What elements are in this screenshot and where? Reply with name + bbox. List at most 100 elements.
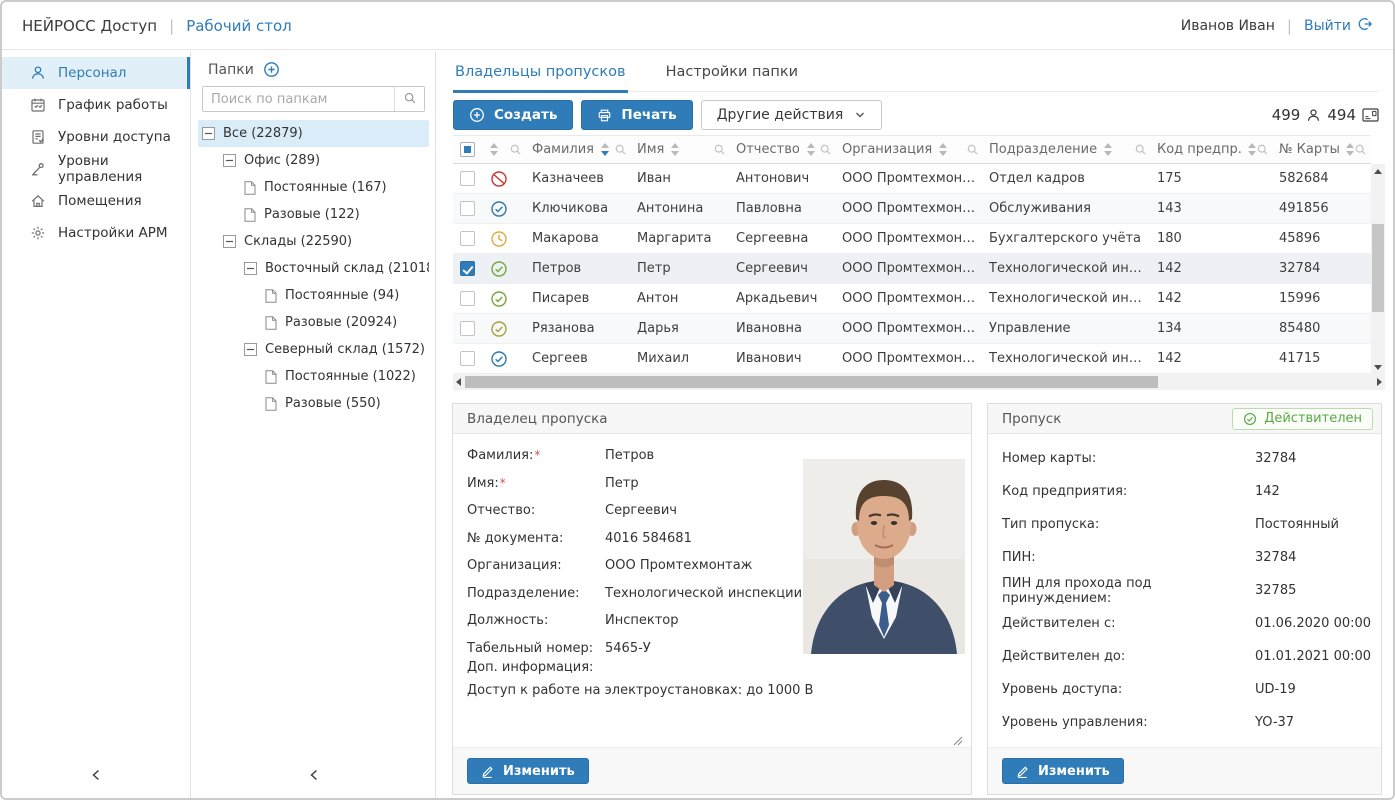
column-header-firstname[interactable]: Имя bbox=[631, 136, 730, 163]
tree-expander-icon[interactable] bbox=[244, 343, 257, 356]
tree-item[interactable]: Восточный склад (21018) bbox=[198, 255, 429, 282]
column-header-department[interactable]: Подразделение bbox=[983, 136, 1151, 163]
tree-item[interactable]: Разовые (20924) bbox=[198, 309, 429, 336]
vertical-scroll-thumb[interactable] bbox=[1372, 224, 1384, 312]
table-row[interactable]: РязановаДарьяИвановнаООО ПромтехмонтажУп… bbox=[453, 314, 1371, 344]
field-row: Код предприятия:142 bbox=[1002, 475, 1381, 508]
scroll-down-arrow[interactable] bbox=[1374, 365, 1382, 370]
row-checkbox[interactable] bbox=[460, 321, 475, 336]
tree-item[interactable]: Склады (22590) bbox=[198, 228, 429, 255]
tree-item[interactable]: Постоянные (167) bbox=[198, 174, 429, 201]
tree-expander-icon[interactable] bbox=[202, 127, 215, 140]
edit-owner-button[interactable]: Изменить bbox=[467, 758, 589, 784]
sort-icon[interactable] bbox=[490, 143, 498, 156]
sort-icon[interactable] bbox=[807, 143, 815, 156]
cell-department: Управление bbox=[983, 314, 1151, 343]
field-value: Инспектор bbox=[605, 613, 679, 628]
column-header-middlename[interactable]: Отчество bbox=[730, 136, 836, 163]
sort-icon[interactable] bbox=[939, 143, 947, 156]
table-row[interactable]: КазначеевИванАнтоновичООО ПромтехмонтажО… bbox=[453, 164, 1371, 194]
column-search-icon[interactable] bbox=[509, 143, 522, 156]
more-actions-button[interactable]: Другие действия bbox=[701, 100, 883, 130]
row-checkbox[interactable] bbox=[460, 231, 475, 246]
scroll-up-arrow[interactable] bbox=[1374, 169, 1382, 174]
column-header-lastname[interactable]: Фамилия bbox=[526, 136, 631, 163]
cell-middlename: Павловна bbox=[730, 194, 836, 223]
field-value: 01.06.2020 00:00 bbox=[1255, 616, 1371, 631]
tree-item[interactable]: Постоянные (1022) bbox=[198, 363, 429, 390]
extra-info-label: Доп. информация: bbox=[467, 660, 593, 675]
folders-collapse-button[interactable] bbox=[308, 767, 320, 786]
resize-handle-icon[interactable] bbox=[953, 736, 963, 746]
table-row[interactable]: КлючиковаАнтонинаПавловнаООО Промтехмонт… bbox=[453, 194, 1371, 224]
sort-icon[interactable] bbox=[671, 143, 679, 156]
column-header-company-code[interactable]: Код предпр. bbox=[1151, 136, 1273, 163]
row-checkbox[interactable] bbox=[460, 351, 475, 366]
scroll-right-arrow[interactable] bbox=[1377, 378, 1382, 386]
column-header-card-number[interactable]: № Карты bbox=[1273, 136, 1371, 163]
tree-item-count: 167 bbox=[357, 180, 382, 195]
sort-icon[interactable] bbox=[1248, 143, 1256, 156]
sidebar-item-label: Уровни доступа bbox=[58, 129, 171, 145]
sort-icon[interactable] bbox=[1346, 143, 1354, 156]
select-all-checkbox[interactable] bbox=[460, 142, 475, 157]
tree-item[interactable]: Офис (289) bbox=[198, 147, 429, 174]
tree-expander-icon[interactable] bbox=[244, 262, 257, 275]
column-header-organization[interactable]: Организация bbox=[836, 136, 983, 163]
field-label: Организация: bbox=[467, 558, 605, 573]
document-icon bbox=[265, 397, 277, 411]
tree-expander-icon[interactable] bbox=[223, 154, 236, 167]
column-search-icon[interactable] bbox=[1354, 143, 1367, 156]
cell-middlename: Антонович bbox=[730, 164, 836, 193]
row-checkbox[interactable] bbox=[460, 261, 475, 276]
tab-pass-owners[interactable]: Владельцы пропусков bbox=[453, 57, 628, 91]
row-checkbox[interactable] bbox=[460, 201, 475, 216]
tree-item[interactable]: Разовые (122) bbox=[198, 201, 429, 228]
horizontal-scroll-thumb[interactable] bbox=[465, 376, 1158, 388]
create-button[interactable]: Создать bbox=[453, 100, 573, 130]
tree-item[interactable]: Северный склад (1572) bbox=[198, 336, 429, 363]
row-checkbox[interactable] bbox=[460, 171, 475, 186]
chevron-left-icon bbox=[90, 767, 102, 786]
print-button[interactable]: Печать bbox=[581, 100, 692, 130]
sidebar-item[interactable]: Настройки АРМ bbox=[2, 217, 190, 249]
table-row[interactable]: МакароваМаргаритаСергеевнаООО Промтехмон… bbox=[453, 224, 1371, 254]
horizontal-scrollbar[interactable] bbox=[453, 374, 1385, 390]
column-search-icon[interactable] bbox=[1256, 143, 1269, 156]
sidebar-item[interactable]: Помещения bbox=[2, 185, 190, 217]
tree-item[interactable]: Все (22879) bbox=[198, 120, 429, 147]
column-search-icon[interactable] bbox=[819, 143, 832, 156]
table-row[interactable]: ПетровПетрСергеевичООО ПромтехмонтажТехн… bbox=[453, 254, 1371, 284]
column-search-icon[interactable] bbox=[1134, 143, 1147, 156]
scroll-left-arrow[interactable] bbox=[456, 378, 461, 386]
sidebar-item[interactable]: Уровни доступа bbox=[2, 121, 190, 153]
tree-item[interactable]: Разовые (550) bbox=[198, 390, 429, 417]
sidebar-item[interactable]: Персонал bbox=[2, 57, 190, 89]
tab-folder-settings[interactable]: Настройки папки bbox=[664, 57, 801, 91]
tree-item[interactable]: Постоянные (94) bbox=[198, 282, 429, 309]
add-folder-button[interactable] bbox=[263, 61, 280, 78]
tree-item-count: 550 bbox=[351, 396, 376, 411]
row-checkbox[interactable] bbox=[460, 291, 475, 306]
sidebar-collapse-button[interactable] bbox=[90, 767, 102, 786]
column-search-icon[interactable] bbox=[614, 143, 627, 156]
desktop-link[interactable]: Рабочий стол bbox=[186, 17, 292, 35]
folder-search-button[interactable] bbox=[394, 87, 424, 111]
field-label: Действителен с: bbox=[1002, 616, 1255, 631]
vertical-scrollbar[interactable] bbox=[1371, 164, 1385, 375]
table-row[interactable]: ПисаревАнтонАркадьевичООО ПромтехмонтажТ… bbox=[453, 284, 1371, 314]
sort-icon[interactable] bbox=[1104, 143, 1112, 156]
tree-expander-icon[interactable] bbox=[223, 235, 236, 248]
required-asterisk: * bbox=[534, 448, 540, 462]
column-search-icon[interactable] bbox=[966, 143, 979, 156]
sort-icon[interactable] bbox=[601, 143, 609, 156]
edit-pass-button[interactable]: Изменить bbox=[1002, 758, 1124, 784]
sidebar-item[interactable]: Уровни управления bbox=[2, 153, 190, 185]
column-search-icon[interactable] bbox=[713, 143, 726, 156]
logout-link[interactable]: Выйти bbox=[1304, 16, 1373, 36]
extra-info-textarea[interactable]: Доступ к работе на электроустановках: до… bbox=[461, 680, 965, 746]
table-row[interactable]: СергеевМихаилИвановичООО ПромтехмонтажТе… bbox=[453, 344, 1371, 374]
folder-search-input[interactable] bbox=[203, 87, 394, 111]
column-header-label: Фамилия bbox=[532, 142, 594, 157]
sidebar-item[interactable]: График работы bbox=[2, 89, 190, 121]
